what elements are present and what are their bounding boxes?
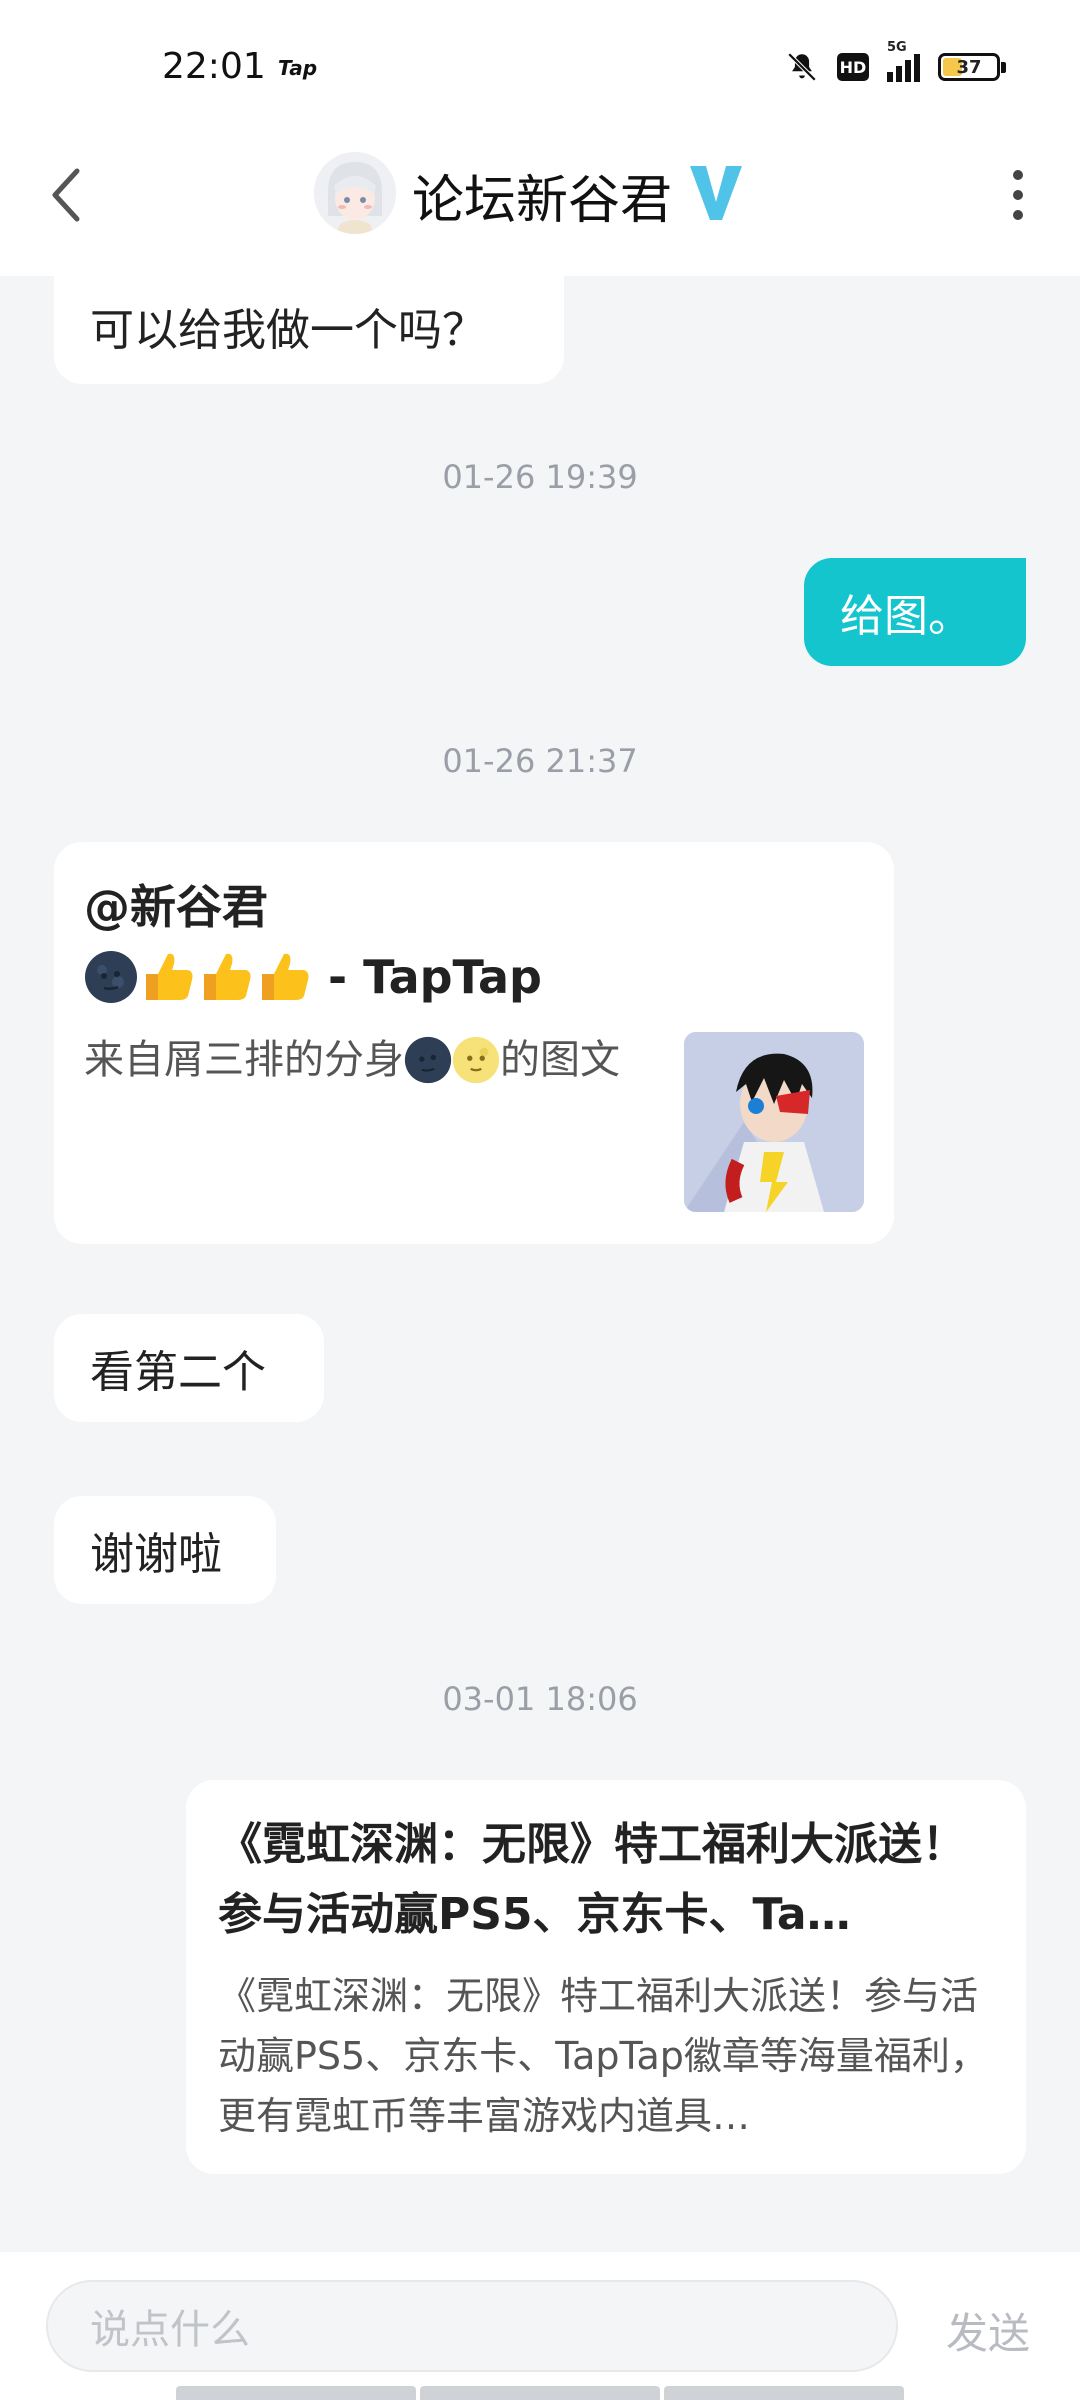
- signal-5g-icon: 5G: [887, 40, 920, 82]
- timestamp: 03-01 18:06: [442, 1680, 638, 1718]
- message-bubble-received[interactable]: 谢谢啦: [54, 1496, 276, 1604]
- message-text: 谢谢啦: [90, 1529, 222, 1580]
- thumbs-up-emoji: [204, 953, 251, 1000]
- new-moon-face-emoji: [85, 951, 137, 1003]
- more-options-button[interactable]: [988, 160, 1048, 230]
- message-list[interactable]: 可以给我做一个吗？ 01-26 19:39 给图。 01-26 21:37 @新…: [0, 276, 1080, 2252]
- card-description: 来自屑三排的分身 的图文: [84, 1036, 620, 1084]
- message-text: 看第二个: [90, 1347, 266, 1398]
- battery-level: 37: [956, 56, 982, 78]
- battery-icon: 37: [938, 53, 1006, 81]
- status-icons: HD 5G 37: [785, 40, 1006, 84]
- network-label: 5G: [887, 40, 907, 55]
- bell-muted-icon: [787, 52, 817, 82]
- message-input[interactable]: 说点什么: [46, 2280, 898, 2372]
- message-bubble-received[interactable]: 看第二个: [54, 1314, 324, 1422]
- message-input-bar: 说点什么 发送: [0, 2252, 1080, 2400]
- character-thumbnail-image: [684, 1032, 864, 1212]
- message-bubble-received[interactable]: 可以给我做一个吗？: [54, 276, 564, 384]
- status-bar: 22:01 Tap HD 5G 37: [0, 0, 1080, 140]
- card-title: 《霓虹深渊：无限》特工福利大派送！参与活动赢PS5、京东卡、Ta…: [218, 1819, 966, 1940]
- more-vertical-icon: [1013, 170, 1023, 180]
- hd-icon: HD: [837, 53, 869, 81]
- gesture-navigation-bar[interactable]: [176, 2386, 904, 2400]
- card-title-line2: - TapTap: [84, 942, 864, 1012]
- back-button[interactable]: [36, 160, 96, 230]
- link-card[interactable]: 《霓虹深渊：无限》特工福利大派送！参与活动赢PS5、京东卡、Ta… 《霓虹深渊：…: [186, 1780, 1026, 2174]
- status-time: 22:01: [162, 46, 266, 87]
- verified-v-icon: [690, 166, 742, 220]
- anime-avatar-image: [314, 152, 396, 234]
- link-card[interactable]: @新谷君 - TapTap 来自屑三排的分身 的图文: [54, 842, 894, 1244]
- chat-title: 论坛新谷君: [412, 171, 673, 231]
- card-title-line1: @新谷君: [84, 880, 268, 934]
- chevron-left-icon: [52, 168, 80, 222]
- send-button[interactable]: 发送: [946, 2300, 1030, 2361]
- full-moon-face-emoji: [452, 1036, 500, 1084]
- message-text: 给图。: [840, 591, 972, 642]
- timestamp: 01-26 19:39: [442, 458, 638, 496]
- thumbs-up-emoji: [262, 953, 309, 1000]
- avatar[interactable]: [314, 152, 396, 234]
- card-thumbnail: [684, 1032, 864, 1212]
- card-source: - TapTap: [312, 950, 542, 1004]
- timestamp: 01-26 21:37: [442, 742, 638, 780]
- message-text: 可以给我做一个吗？: [90, 305, 486, 356]
- chat-header: 论坛新谷君: [0, 140, 1080, 276]
- card-description: 《霓虹深渊：无限》特工福利大派送！参与活动赢PS5、京东卡、TapTap徽章等海…: [218, 1974, 988, 2138]
- thumbs-up-emoji: [146, 953, 193, 1000]
- message-bubble-sent[interactable]: 给图。: [804, 558, 1026, 666]
- tap-app-icon: Tap: [278, 56, 318, 80]
- new-moon-face-emoji: [404, 1036, 452, 1084]
